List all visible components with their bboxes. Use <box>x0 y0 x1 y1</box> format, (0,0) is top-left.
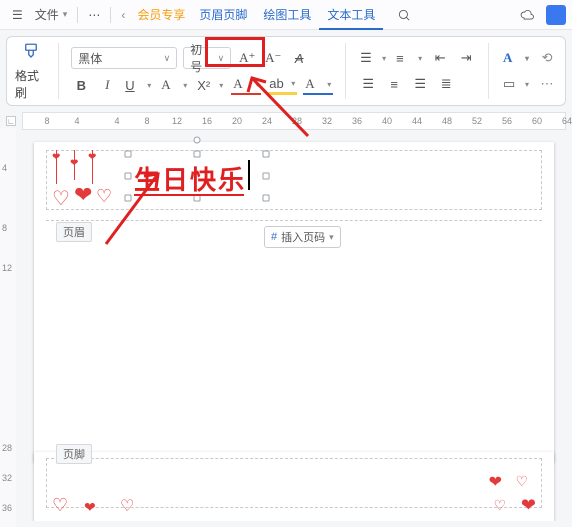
heart-icon: ♡ <box>52 495 68 516</box>
bullets-button[interactable]: ☰▾ <box>358 48 388 68</box>
ruler-corner: ∟ <box>6 116 16 126</box>
highlight-button[interactable]: ab▾ <box>267 75 297 95</box>
paragraph-shading-button[interactable]: ▭▾ <box>501 74 531 94</box>
tab-text-tools[interactable]: 文本工具 <box>319 0 383 30</box>
page-1-footer-region[interactable]: 页脚 ♡ ❤ ♡ ❤ ♡ ❤ ♡ <box>34 452 554 521</box>
align-left-button[interactable]: ☰ <box>358 74 378 94</box>
bold-button[interactable]: B <box>71 75 91 95</box>
menubar: ☰ 文件▾ ⋯ ‹ 会员专享 页眉页脚 绘图工具 文本工具 <box>0 0 572 30</box>
cloud-sync-icon[interactable] <box>514 3 540 27</box>
separator <box>77 7 78 23</box>
align-center-button[interactable]: ≡ <box>384 74 404 94</box>
align-right-button[interactable]: ☰ <box>410 74 430 94</box>
grow-font-button[interactable]: A⁺ <box>237 48 257 68</box>
document-canvas[interactable]: 页眉 ♡ ❤ ♡ ❤ ❤ ❤ 生日快乐 # 插入页码 ▾ 页脚 ♡ ❤ ♡ <box>18 128 566 521</box>
increase-indent-button[interactable]: ⇥ <box>456 48 476 68</box>
numbering-button[interactable]: ≡▾ <box>394 48 424 68</box>
separator <box>110 7 111 23</box>
underline-button[interactable]: U▾ <box>123 75 153 95</box>
separator <box>488 43 489 99</box>
vip-tab[interactable]: 会员专享 <box>131 3 191 27</box>
insert-page-number-button[interactable]: # 插入页码 ▾ <box>264 226 341 248</box>
heart-icon: ♡ <box>120 496 134 516</box>
header-separator <box>46 220 542 221</box>
font-size-combo[interactable]: 初号∨ <box>183 47 231 69</box>
italic-button[interactable]: I <box>97 75 117 95</box>
heart-icon: ❤ <box>84 499 96 516</box>
font-color-button[interactable]: A▾ <box>231 75 261 95</box>
ribbon: 格式刷 黑体∨ 初号∨ A⁺ A⁻ A B I U▾ A▾ X²▾ A▾ ab▾… <box>6 36 566 106</box>
heart-icon: ♡ <box>96 186 112 207</box>
heart-icon: ❤ <box>521 495 536 516</box>
footer-tag: 页脚 <box>56 444 92 464</box>
brush-icon <box>21 42 41 65</box>
heart-icon: ❤ <box>74 182 92 208</box>
align-justify-button[interactable]: ≣ <box>436 74 456 94</box>
decrease-indent-button[interactable]: ⇤ <box>430 48 450 68</box>
more-menu[interactable]: ⋯ <box>82 3 106 27</box>
page-number-icon: # <box>271 231 277 243</box>
superscript-button[interactable]: X²▾ <box>195 75 225 95</box>
clear-format-button[interactable]: A <box>289 48 309 68</box>
separator <box>345 43 346 99</box>
heart-icon: ♡ <box>493 497 506 514</box>
extra-button-2[interactable]: ⋯ <box>537 74 557 94</box>
hamburger-icon[interactable]: ☰ <box>6 3 29 27</box>
vertical-ruler[interactable]: 4 8 12 28 32 36 <box>0 128 16 527</box>
tab-drawing-tools[interactable]: 绘图工具 <box>255 0 319 30</box>
shading-button[interactable]: A▾ <box>303 75 333 95</box>
shrink-font-button[interactable]: A⁻ <box>263 48 283 68</box>
heart-icon: ♡ <box>52 186 70 211</box>
format-painter-label: 格式刷 <box>15 67 46 101</box>
heart-icon: ❤ <box>489 472 502 492</box>
app-action-button[interactable] <box>546 5 566 25</box>
header-tag: 页眉 <box>56 222 92 242</box>
font-effects-button[interactable]: A▾ <box>159 75 189 95</box>
format-painter-button[interactable]: 格式刷 <box>11 39 50 103</box>
page-1[interactable]: 页眉 ♡ ❤ ♡ ❤ ❤ ❤ 生日快乐 # 插入页码 ▾ <box>34 142 554 462</box>
back-button[interactable]: ‹ <box>115 3 131 27</box>
search-icon[interactable] <box>391 3 417 27</box>
birthday-text[interactable]: 生日快乐 <box>134 160 246 197</box>
header-region[interactable] <box>46 150 542 210</box>
text-caret <box>248 160 250 190</box>
file-menu[interactable]: 文件▾ <box>29 3 74 27</box>
separator <box>58 43 59 99</box>
extra-button-1[interactable]: ⟲ <box>537 48 557 68</box>
tab-header-footer[interactable]: 页眉页脚 <box>191 0 255 30</box>
heart-icon: ♡ <box>515 473 528 490</box>
text-effects-button[interactable]: A▾ <box>501 48 531 68</box>
font-name-combo[interactable]: 黑体∨ <box>71 47 177 69</box>
